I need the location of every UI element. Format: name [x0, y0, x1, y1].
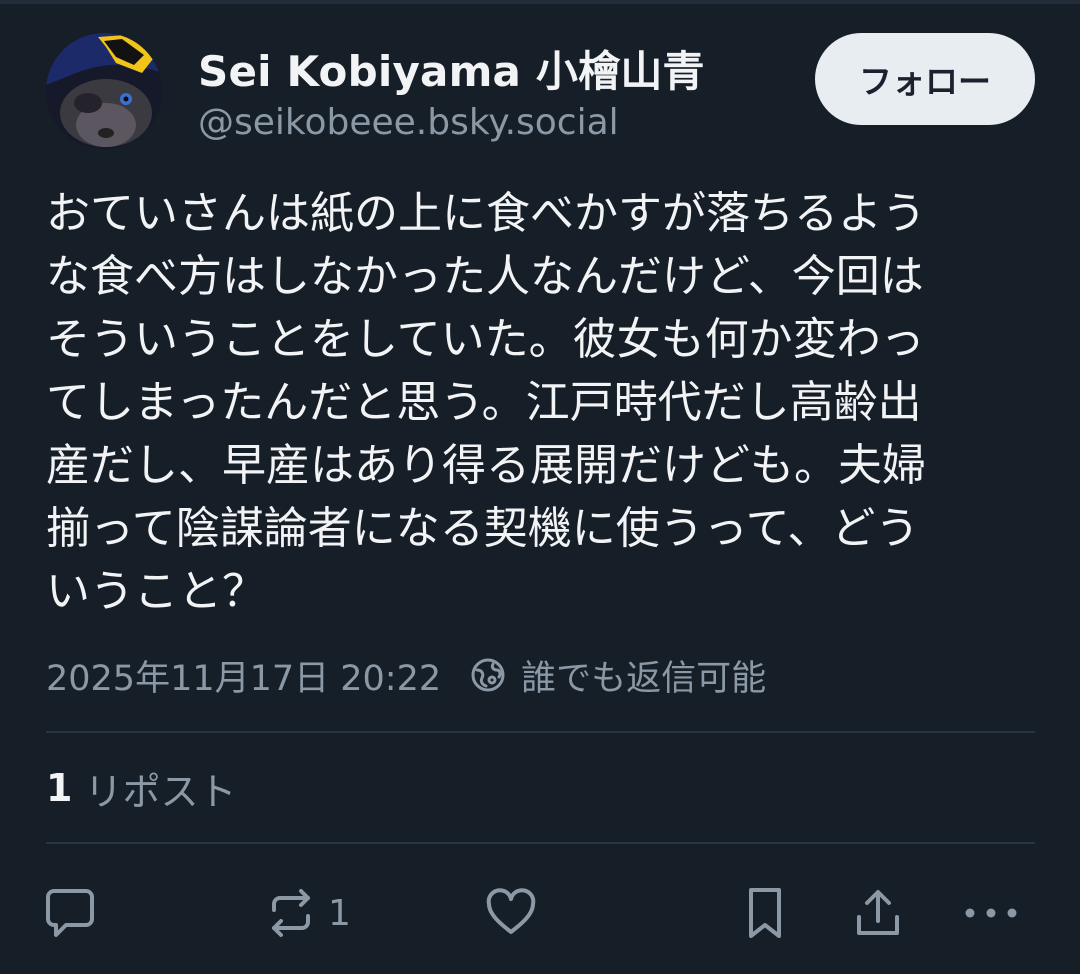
post-text-line: いうこと？	[46, 566, 266, 617]
post-text-line: てしまったんだと思う。江戸時代だし高齢出	[46, 377, 922, 428]
repost-icon	[272, 889, 310, 937]
post-text-line: な食べ方はしなかった人なんだけど、今回は	[46, 251, 924, 302]
author-display-name[interactable]: Sei Kobiyama 小檜山青	[198, 38, 705, 99]
share-icon	[857, 890, 899, 935]
repost-count: 1	[328, 892, 351, 934]
reply-button[interactable]	[44, 880, 96, 946]
divider	[46, 842, 1035, 844]
repost-button[interactable]: 1	[266, 880, 351, 946]
action-bar: 1	[0, 880, 1080, 946]
avatar-image	[46, 33, 162, 149]
post-text-line: 揃って陰謀論者になる契機に使うって、どう	[46, 503, 920, 554]
post-meta: 2025年11月17日 20:22 誰でも返信可能	[46, 650, 766, 700]
divider	[46, 731, 1035, 733]
share-button[interactable]	[854, 880, 902, 946]
reply-icon	[46, 889, 94, 937]
like-button[interactable]	[485, 880, 537, 946]
repost-stat-label: リポスト	[84, 769, 237, 814]
author-handle[interactable]: @seikobeee.bsky.social	[198, 102, 619, 143]
post-timestamp: 2025年11月17日 20:22	[46, 658, 442, 699]
more-icon	[965, 908, 1017, 918]
post-text-line: そういうことをしていた。彼女も何か変わっ	[46, 314, 925, 365]
follow-button[interactable]: フォロー	[815, 33, 1035, 125]
more-button[interactable]	[962, 880, 1020, 946]
reply-setting-label: 誰でも返信可能	[521, 658, 767, 699]
post-text: おていさんは紙の上に食べかすが落ちるよう な食べ方はしなかった人なんだけど、今回…	[46, 182, 1036, 623]
heart-icon	[486, 888, 536, 934]
top-border	[0, 0, 1080, 4]
bookmark-icon	[749, 888, 781, 938]
repost-stat-count: 1	[46, 766, 73, 810]
avatar[interactable]	[46, 33, 162, 149]
reply-setting[interactable]: 誰でも返信可能	[469, 650, 766, 701]
repost-stats[interactable]: 1 リポスト	[46, 760, 236, 816]
post-text-line: 産だし、早産はあり得る展開だけども。夫婦	[46, 440, 926, 491]
globe-icon	[471, 658, 505, 692]
bookmark-button[interactable]	[743, 880, 787, 946]
post-text-line: おていさんは紙の上に食べかすが落ちるよう	[46, 188, 926, 239]
